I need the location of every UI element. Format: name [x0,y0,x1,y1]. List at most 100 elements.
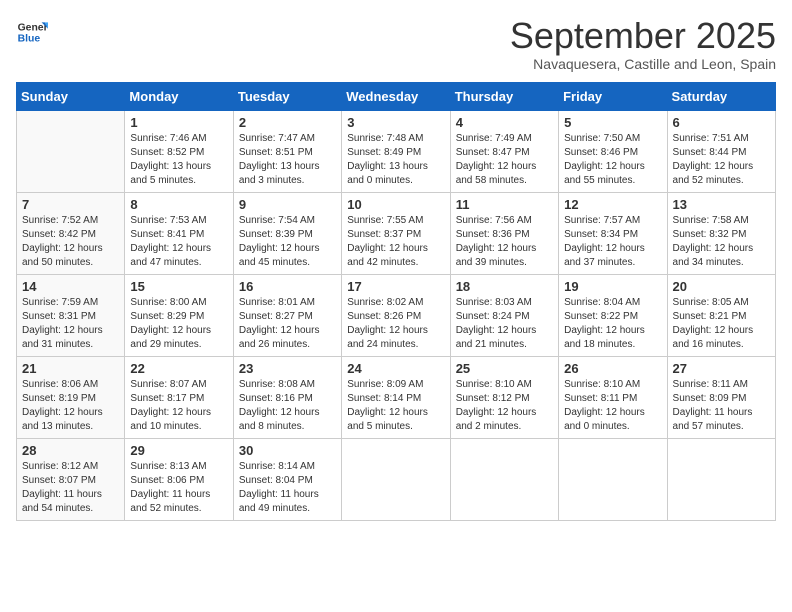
day-detail: Sunrise: 8:11 AMSunset: 8:09 PMDaylight:… [673,379,753,432]
logo-icon: General Blue [16,16,48,48]
calendar-cell: 19 Sunrise: 8:04 AMSunset: 8:22 PMDayligh… [559,274,667,356]
day-number: 26 [564,361,661,376]
day-number: 3 [347,115,444,130]
day-detail: Sunrise: 8:00 AMSunset: 8:29 PMDaylight:… [130,297,211,350]
calendar-cell: 22 Sunrise: 8:07 AMSunset: 8:17 PMDayligh… [125,356,233,438]
calendar-cell: 30Sunrise: 8:14 AMSunset: 8:04 PMDayligh… [233,438,341,520]
day-number: 13 [673,197,770,212]
calendar-cell: 13 Sunrise: 7:58 AMSunset: 8:32 PMDayligh… [667,192,775,274]
table-row: 1 Sunrise: 7:46 AMSunset: 8:52 PMDaylight… [17,110,776,192]
day-detail: Sunrise: 7:48 AMSunset: 8:49 PMDaylight:… [347,133,428,186]
day-number: 21 [22,361,119,376]
day-number: 9 [239,197,336,212]
day-number: 8 [130,197,227,212]
day-number: 10 [347,197,444,212]
day-detail: Sunrise: 7:47 AMSunset: 8:51 PMDaylight:… [239,133,320,186]
calendar-cell: 7 Sunrise: 7:52 AMSunset: 8:42 PMDaylight… [17,192,125,274]
day-number: 18 [456,279,553,294]
calendar-cell: 24 Sunrise: 8:09 AMSunset: 8:14 PMDayligh… [342,356,450,438]
table-row: 7 Sunrise: 7:52 AMSunset: 8:42 PMDaylight… [17,192,776,274]
day-number: 14 [22,279,119,294]
calendar-cell: 27 Sunrise: 8:11 AMSunset: 8:09 PMDayligh… [667,356,775,438]
location-subtitle: Navaquesera, Castille and Leon, Spain [510,56,776,72]
day-detail: Sunrise: 8:05 AMSunset: 8:21 PMDaylight:… [673,297,754,350]
day-detail: Sunrise: 7:58 AMSunset: 8:32 PMDaylight:… [673,215,754,268]
day-detail: Sunrise: 7:49 AMSunset: 8:47 PMDaylight:… [456,133,537,186]
day-number: 4 [456,115,553,130]
day-detail: Sunrise: 8:10 AMSunset: 8:12 PMDaylight:… [456,379,537,432]
weekday-header: Friday [559,82,667,110]
day-number: 20 [673,279,770,294]
calendar-cell: 6 Sunrise: 7:51 AMSunset: 8:44 PMDaylight… [667,110,775,192]
calendar-cell: 3 Sunrise: 7:48 AMSunset: 8:49 PMDaylight… [342,110,450,192]
calendar-cell: 8 Sunrise: 7:53 AMSunset: 8:41 PMDaylight… [125,192,233,274]
day-number: 16 [239,279,336,294]
day-detail: Sunrise: 8:07 AMSunset: 8:17 PMDaylight:… [130,379,211,432]
day-detail: Sunrise: 7:53 AMSunset: 8:41 PMDaylight:… [130,215,211,268]
calendar-table: SundayMondayTuesdayWednesdayThursdayFrid… [16,82,776,521]
logo: General Blue General Blue [16,16,48,48]
day-detail: Sunrise: 7:50 AMSunset: 8:46 PMDaylight:… [564,133,645,186]
day-number: 19 [564,279,661,294]
calendar-cell: 9Sunrise: 7:54 AMSunset: 8:39 PMDaylight… [233,192,341,274]
day-number: 12 [564,197,661,212]
day-detail: Sunrise: 7:55 AMSunset: 8:37 PMDaylight:… [347,215,428,268]
calendar-cell: 10 Sunrise: 7:55 AMSunset: 8:37 PMDayligh… [342,192,450,274]
day-detail: Sunrise: 8:13 AMSunset: 8:06 PMDaylight:… [130,461,210,514]
calendar-cell: 28 Sunrise: 8:12 AMSunset: 8:07 PMDayligh… [17,438,125,520]
day-number: 7 [22,197,119,212]
day-number: 28 [22,443,119,458]
weekday-header: Tuesday [233,82,341,110]
calendar-cell: 29 Sunrise: 8:13 AMSunset: 8:06 PMDayligh… [125,438,233,520]
day-number: 29 [130,443,227,458]
day-number: 23 [239,361,336,376]
calendar-cell: 1 Sunrise: 7:46 AMSunset: 8:52 PMDaylight… [125,110,233,192]
day-detail: Sunrise: 7:52 AMSunset: 8:42 PMDaylight:… [22,215,103,268]
day-number: 11 [456,197,553,212]
calendar-cell: 12 Sunrise: 7:57 AMSunset: 8:34 PMDayligh… [559,192,667,274]
table-row: 28 Sunrise: 8:12 AMSunset: 8:07 PMDayligh… [17,438,776,520]
calendar-cell [342,438,450,520]
day-detail: Sunrise: 8:12 AMSunset: 8:07 PMDaylight:… [22,461,102,514]
day-number: 17 [347,279,444,294]
calendar-cell: 15 Sunrise: 8:00 AMSunset: 8:29 PMDayligh… [125,274,233,356]
page-header: General Blue General Blue September 2025… [16,16,776,72]
day-detail: Sunrise: 7:51 AMSunset: 8:44 PMDaylight:… [673,133,754,186]
day-detail: Sunrise: 7:57 AMSunset: 8:34 PMDaylight:… [564,215,645,268]
month-title: September 2025 [510,16,776,56]
day-number: 15 [130,279,227,294]
table-row: 14 Sunrise: 7:59 AMSunset: 8:31 PMDayligh… [17,274,776,356]
calendar-cell [450,438,558,520]
calendar-cell: 23 Sunrise: 8:08 AMSunset: 8:16 PMDayligh… [233,356,341,438]
day-detail: Sunrise: 8:03 AMSunset: 8:24 PMDaylight:… [456,297,537,350]
calendar-cell: 5 Sunrise: 7:50 AMSunset: 8:46 PMDaylight… [559,110,667,192]
calendar-cell: 17 Sunrise: 8:02 AMSunset: 8:26 PMDayligh… [342,274,450,356]
day-detail: Sunrise: 7:59 AMSunset: 8:31 PMDaylight:… [22,297,103,350]
day-detail: Sunrise: 8:04 AMSunset: 8:22 PMDaylight:… [564,297,645,350]
svg-text:Blue: Blue [18,34,41,45]
day-detail: Sunrise: 8:14 AMSunset: 8:04 PMDaylight:… [239,461,319,514]
calendar-cell [17,110,125,192]
calendar-cell [667,438,775,520]
day-detail: Sunrise: 8:08 AMSunset: 8:16 PMDaylight:… [239,379,320,432]
day-number: 6 [673,115,770,130]
title-block: September 2025 Navaquesera, Castille and… [510,16,776,72]
weekday-header: Sunday [17,82,125,110]
calendar-cell: 11Sunrise: 7:56 AMSunset: 8:36 PMDayligh… [450,192,558,274]
day-number: 27 [673,361,770,376]
calendar-cell: 14 Sunrise: 7:59 AMSunset: 8:31 PMDayligh… [17,274,125,356]
day-detail: Sunrise: 8:09 AMSunset: 8:14 PMDaylight:… [347,379,428,432]
day-detail: Sunrise: 8:06 AMSunset: 8:19 PMDaylight:… [22,379,103,432]
day-number: 5 [564,115,661,130]
weekday-header: Wednesday [342,82,450,110]
day-detail: Sunrise: 8:10 AMSunset: 8:11 PMDaylight:… [564,379,645,432]
calendar-cell: 4 Sunrise: 7:49 AMSunset: 8:47 PMDaylight… [450,110,558,192]
day-detail: Sunrise: 7:46 AMSunset: 8:52 PMDaylight:… [130,133,211,186]
day-number: 22 [130,361,227,376]
calendar-cell: 16Sunrise: 8:01 AMSunset: 8:27 PMDayligh… [233,274,341,356]
calendar-cell [559,438,667,520]
day-number: 24 [347,361,444,376]
day-number: 1 [130,115,227,130]
calendar-cell: 25Sunrise: 8:10 AMSunset: 8:12 PMDayligh… [450,356,558,438]
day-detail: Sunrise: 8:02 AMSunset: 8:26 PMDaylight:… [347,297,428,350]
